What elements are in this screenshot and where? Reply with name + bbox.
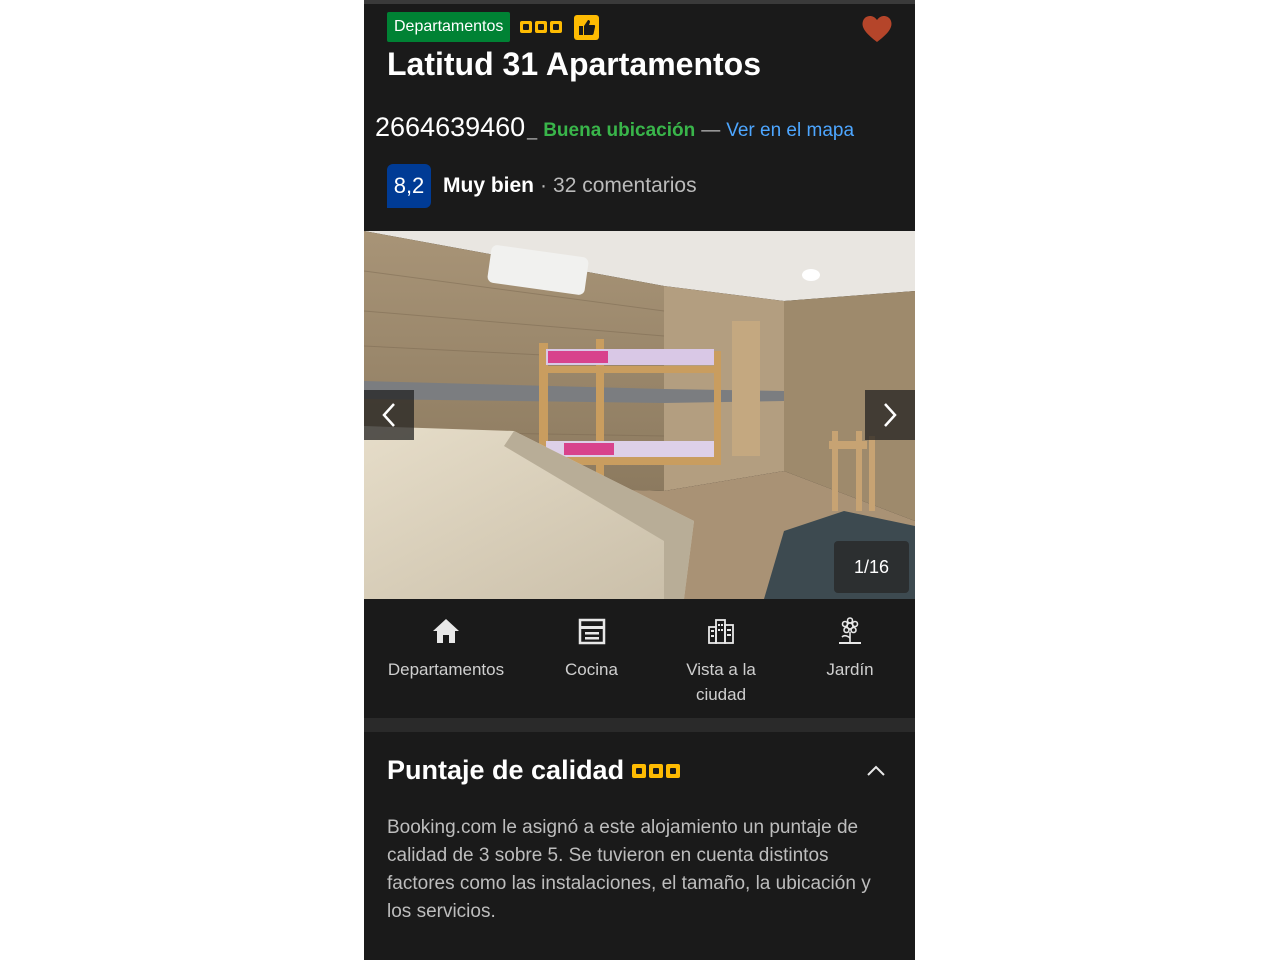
quality-description: Booking.com le asignó a este alojamiento… [387,817,871,922]
next-photo-button[interactable] [865,390,915,440]
contact-location-row: 2664639460 _ Buena ubicación — Ver en el… [375,112,854,143]
home-icon [432,615,460,647]
quality-square-icon [649,763,664,778]
facility-kitchen: Cocina [539,615,644,682]
property-title: Latitud 31 Apartamentos [387,46,761,82]
quality-square-icon [666,763,681,778]
review-count: 32 comentarios [553,174,697,197]
photo-counter: 1/16 [834,541,909,593]
favorite-heart-icon[interactable] [861,14,893,44]
rating-separator: · [540,174,548,197]
garden-icon [836,615,864,647]
chevron-left-icon [382,403,395,427]
rating-word: Muy bien [443,174,535,197]
see-on-map-link[interactable]: Ver en el mapa [726,120,854,142]
facility-apartments: Departamentos [387,615,505,682]
badge-row: Departamentos [387,12,600,42]
quality-rating-icons [520,21,563,33]
photo-gallery[interactable]: 1/16 [364,231,915,599]
location-separator: — [701,120,721,141]
location-quality: Buena ubicación [543,120,696,141]
quality-square-icon [550,21,563,33]
facility-city-view: Vista a la ciudad [670,615,772,707]
quality-rating-icons [632,763,681,778]
facility-label: Cocina [565,660,618,679]
property-page: Departamentos Latitud 31 Apartamentos 26… [364,0,915,960]
facility-label: Departamentos [387,660,505,679]
room-photo [364,231,915,599]
previous-photo-button[interactable] [364,390,414,440]
rating-row[interactable]: 8,2 Muy bien · 32 comentarios [387,164,697,208]
thumbs-up-icon[interactable] [574,14,600,40]
quality-section-title: Puntaje de calidad [387,755,625,785]
quality-square-icon [535,21,548,33]
chevron-right-icon [884,403,897,427]
top-strip [364,0,915,4]
facility-garden: Jardín [814,615,886,682]
property-type-badge: Departamentos [387,12,511,42]
quality-square-icon [520,21,533,33]
facility-label: Vista a la ciudad [686,660,756,704]
phone-number[interactable]: 2664639460 [375,112,525,143]
kitchen-icon [578,615,606,647]
dash-separator: _ [527,120,538,140]
facilities-row: Departamentos Cocina Vista a la ciudad J… [364,599,915,717]
chevron-up-icon[interactable] [864,760,888,780]
city-view-icon [707,615,735,647]
facility-label: Jardín [826,660,874,679]
review-score-badge: 8,2 [387,164,431,208]
section-divider [364,718,915,732]
quality-section-header[interactable]: Puntaje de calidad [387,755,681,786]
quality-square-icon [632,763,647,778]
